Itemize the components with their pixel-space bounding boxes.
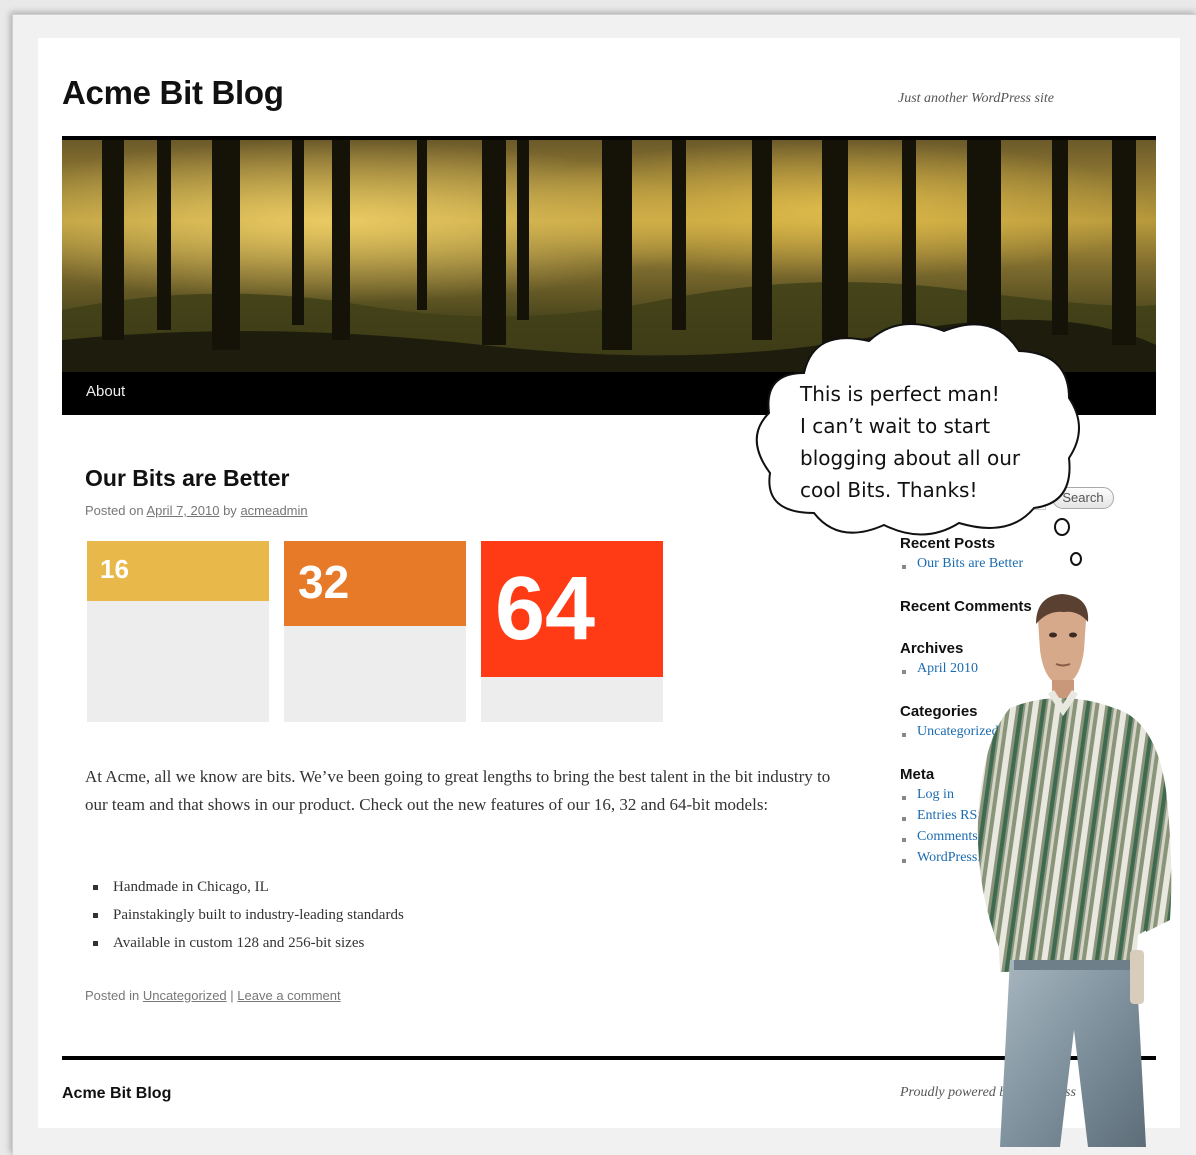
post-title[interactable]: Our Bits are Better	[85, 465, 290, 492]
bullet-icon	[902, 817, 906, 821]
widget-title-meta: Meta	[900, 766, 935, 783]
feature-list-item: Painstakingly built to industry-leading …	[113, 907, 404, 923]
bit-label-64: 64	[495, 559, 596, 659]
site-title[interactable]: Acme Bit Blog	[62, 74, 284, 112]
person-illustration	[977, 594, 1172, 1147]
bullet-icon	[902, 796, 906, 800]
leave-comment-link[interactable]: Leave a comment	[237, 988, 340, 1003]
post-date-link[interactable]: April 7, 2010	[146, 503, 219, 518]
posted-in-prefix: Posted in	[85, 988, 140, 1003]
footer-site-title[interactable]: Acme Bit Blog	[62, 1085, 171, 1103]
separator: |	[230, 988, 234, 1003]
site-description: Just another WordPress site	[898, 91, 1054, 106]
feature-list-item: Available in custom 128 and 256-bit size…	[113, 935, 365, 951]
bullet-icon	[93, 885, 98, 890]
meta-link-login[interactable]: Log in	[917, 787, 954, 803]
post-body-paragraph: At Acme, all we know are bits. We’ve bee…	[85, 767, 831, 814]
bullet-icon	[93, 913, 98, 918]
thought-bubble-text: This is perfect man! I can’t wait to sta…	[800, 378, 1070, 506]
bit-label-16: 16	[100, 554, 129, 584]
post-meta: Posted on April 7, 2010 by acmeadmin	[85, 503, 308, 518]
thought-line: cool Bits. Thanks!	[800, 478, 978, 502]
bit-box-64: 64	[481, 541, 663, 722]
bit-box-32: 32	[284, 541, 466, 722]
widget-title-archives: Archives	[900, 640, 964, 657]
bit-box-16: 16	[87, 541, 269, 722]
post-meta-prefix: Posted on	[85, 503, 144, 518]
bullet-icon	[902, 733, 906, 737]
category-link[interactable]: Uncategorized	[143, 988, 227, 1003]
post-meta-by: by	[223, 503, 237, 518]
post-author-link[interactable]: acmeadmin	[240, 503, 307, 518]
bit-label-32: 32	[298, 556, 350, 608]
bullet-icon	[902, 859, 906, 863]
post-footer-meta: Posted in Uncategorized | Leave a commen…	[85, 988, 341, 1003]
nav-item-about[interactable]: About	[86, 383, 125, 400]
feature-list-item: Handmade in Chicago, IL	[113, 879, 269, 895]
thought-line: I can’t wait to start	[800, 414, 991, 438]
thought-line: blogging about all our	[800, 446, 1021, 470]
bullet-icon	[902, 838, 906, 842]
bullet-icon	[902, 670, 906, 674]
thought-line: This is perfect man!	[800, 382, 1000, 406]
bullet-icon	[93, 941, 98, 946]
